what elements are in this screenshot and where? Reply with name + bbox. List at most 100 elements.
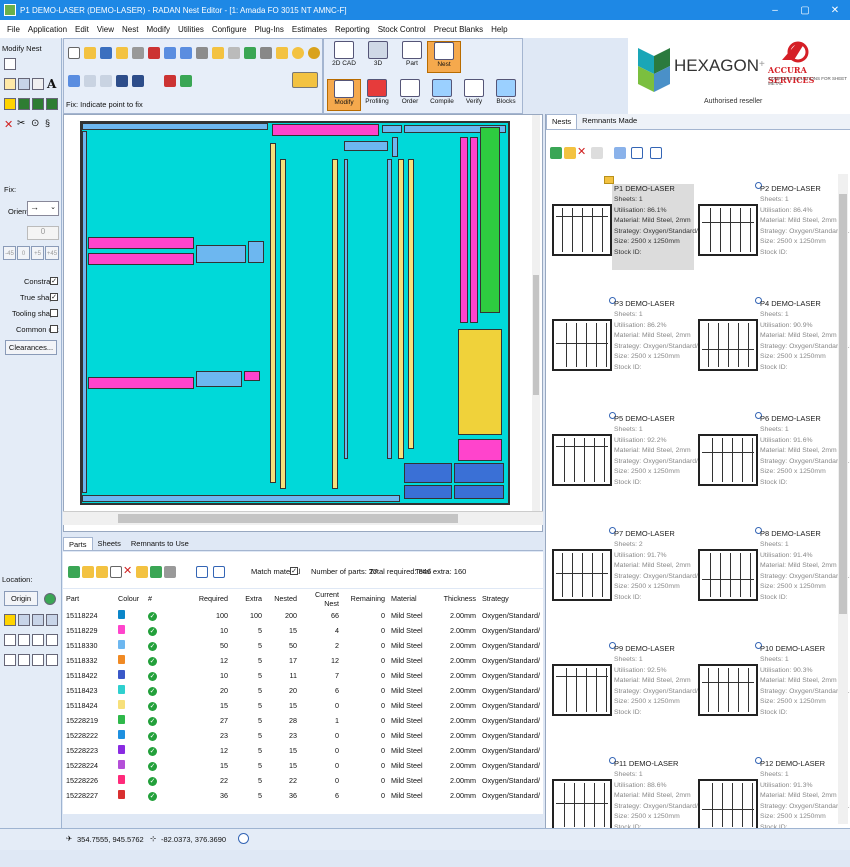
header-material[interactable]: Material bbox=[388, 589, 436, 608]
part-mode-button[interactable]: Part bbox=[395, 41, 429, 73]
menu-nest[interactable]: Nest bbox=[118, 25, 142, 34]
table-row[interactable]: 15228226 ✓ 22 5 22 0 0 Mild Steel 2.00mm Oxygen/S… bbox=[63, 773, 543, 788]
nest-thumbnail[interactable] bbox=[698, 549, 758, 601]
nested-part[interactable] bbox=[82, 495, 400, 502]
colour-swatch[interactable] bbox=[118, 625, 125, 634]
true-shape-checkbox[interactable]: ✓ bbox=[50, 293, 58, 301]
sheet[interactable] bbox=[80, 121, 510, 505]
header-current-nest[interactable]: Current Nest bbox=[300, 589, 342, 608]
header-nested[interactable]: Nested bbox=[265, 589, 300, 608]
nests-scrollbar[interactable] bbox=[838, 174, 848, 824]
table-row[interactable]: 15228222 ✓ 23 5 23 0 0 Mild Steel 2.00mm Oxygen/S… bbox=[63, 728, 543, 743]
header-part[interactable]: Part bbox=[63, 589, 115, 608]
table-row[interactable]: 15118332 ✓ 12 5 17 12 0 Mild Steel 2.00mm Oxygen/… bbox=[63, 653, 543, 668]
nest-item[interactable]: P3 DEMO-LASER Sheets: 1 Utilisation: 86.2%… bbox=[552, 297, 707, 407]
fill-icon[interactable] bbox=[46, 98, 58, 110]
nest-thumbnail[interactable] bbox=[552, 549, 612, 601]
nest-thumbnail[interactable] bbox=[552, 319, 612, 371]
help-icon[interactable] bbox=[292, 47, 304, 59]
vertical-scrollbar[interactable] bbox=[532, 115, 540, 511]
nest-item[interactable]: P4 DEMO-LASER Sheets: 1 Utilisation: 90.9%… bbox=[698, 297, 850, 407]
nested-part[interactable] bbox=[196, 371, 242, 387]
cut-tool-icon[interactable] bbox=[196, 47, 208, 59]
nested-part[interactable] bbox=[270, 143, 276, 483]
align-vertical-icon[interactable] bbox=[18, 634, 30, 646]
profiling-button[interactable]: Profiling bbox=[360, 79, 394, 111]
table-row[interactable]: 15118229 ✓ 10 5 15 4 0 Mild Steel 2.00mm Oxygen/S… bbox=[63, 623, 543, 638]
tab-sheets[interactable]: Sheets bbox=[93, 537, 126, 550]
play-icon[interactable] bbox=[116, 75, 128, 87]
table-row[interactable]: 15228223 ✓ 12 5 15 0 0 Mild Steel 2.00mm Oxygen/S… bbox=[63, 743, 543, 758]
info-icon[interactable] bbox=[308, 47, 320, 59]
rotate-minus45-button[interactable]: -45 bbox=[3, 246, 16, 260]
colour-swatch[interactable] bbox=[118, 760, 125, 769]
menu-modify[interactable]: Modify bbox=[142, 25, 174, 34]
nested-part[interactable] bbox=[458, 439, 502, 461]
nested-part[interactable] bbox=[88, 237, 194, 249]
menu-help[interactable]: Help bbox=[487, 25, 511, 34]
colour-swatch[interactable] bbox=[118, 745, 125, 754]
nest-item[interactable]: P2 DEMO-LASER Sheets: 1 Utilisation: 86.4%… bbox=[698, 182, 850, 292]
modify-button[interactable]: Modify bbox=[327, 79, 361, 111]
nest-item[interactable]: P5 DEMO-LASER Sheets: 1 Utilisation: 92.2%… bbox=[552, 412, 707, 522]
nest-thumbnail[interactable] bbox=[698, 779, 758, 831]
clearances-button[interactable]: Clearances... bbox=[5, 340, 57, 355]
nested-part[interactable] bbox=[404, 485, 452, 499]
orient-select[interactable]: → ⌄ bbox=[27, 201, 59, 216]
nest-thumbnail[interactable] bbox=[698, 664, 758, 716]
menu-view[interactable]: View bbox=[93, 25, 118, 34]
nested-part[interactable] bbox=[344, 159, 348, 459]
nested-part[interactable] bbox=[454, 485, 504, 499]
menu-configure[interactable]: Configure bbox=[208, 25, 251, 34]
move-tool-icon[interactable] bbox=[164, 47, 176, 59]
menu-estimates[interactable]: Estimates bbox=[288, 25, 331, 34]
tab-remnants-made[interactable]: Remnants Made bbox=[577, 114, 642, 129]
nest-item[interactable]: P8 DEMO-LASER Sheets: 1 Utilisation: 91.4%… bbox=[698, 527, 850, 637]
layers-icon[interactable] bbox=[228, 47, 240, 59]
nest-item[interactable]: P7 DEMO-LASER Sheets: 2 Utilisation: 91.7%… bbox=[552, 527, 707, 637]
menu-precut-blanks[interactable]: Precut Blanks bbox=[430, 25, 487, 34]
header-count[interactable]: # bbox=[145, 589, 189, 608]
open-nest-icon[interactable] bbox=[564, 147, 576, 159]
delete-nest-icon[interactable]: ✕ bbox=[577, 145, 586, 158]
colour-swatch[interactable] bbox=[118, 715, 125, 724]
array-icon[interactable] bbox=[32, 98, 44, 110]
grid-tool-icon[interactable] bbox=[260, 47, 272, 59]
nest-thumbnail[interactable] bbox=[552, 664, 612, 716]
table-row[interactable]: 15118330 ✓ 50 5 50 2 0 Mild Steel 2.00mm Oxygen/S… bbox=[63, 638, 543, 653]
colour-swatch[interactable] bbox=[118, 730, 125, 739]
nested-part[interactable] bbox=[480, 127, 500, 313]
view-toggle-icon[interactable] bbox=[292, 72, 318, 88]
warning-icon[interactable] bbox=[276, 47, 288, 59]
table-row[interactable]: 15228224 ✓ 15 5 15 0 0 Mild Steel 2.00mm Oxygen/S… bbox=[63, 758, 543, 773]
nest-thumbnail[interactable] bbox=[552, 779, 612, 831]
nested-part[interactable] bbox=[398, 159, 404, 459]
grid-icon[interactable] bbox=[18, 98, 30, 110]
header-remaining[interactable]: Remaining bbox=[342, 589, 388, 608]
angle-tool-2-icon[interactable] bbox=[18, 654, 30, 666]
origin-button[interactable]: Origin bbox=[4, 591, 38, 606]
colour-swatch[interactable] bbox=[118, 685, 125, 694]
nested-part[interactable] bbox=[470, 137, 478, 323]
marker-icon[interactable] bbox=[164, 75, 176, 87]
nested-part[interactable] bbox=[404, 463, 452, 483]
snap-center-icon[interactable] bbox=[32, 614, 44, 626]
fix-part-icon[interactable] bbox=[4, 98, 16, 110]
menu-stock-control[interactable]: Stock Control bbox=[374, 25, 430, 34]
nested-part[interactable] bbox=[82, 131, 87, 493]
nest-item[interactable]: P12 DEMO-LASER Sheets: 1 Utilisation: 91.3… bbox=[698, 757, 850, 867]
colour-swatch[interactable] bbox=[118, 670, 125, 679]
constrain-checkbox[interactable]: ✓ bbox=[50, 277, 58, 285]
horizontal-scrollbar[interactable] bbox=[63, 511, 543, 525]
import-part-icon[interactable] bbox=[136, 566, 148, 578]
nest-view-list-icon[interactable] bbox=[631, 147, 643, 159]
colour-swatch[interactable] bbox=[118, 610, 125, 619]
rotate-plus5-button[interactable]: +5 bbox=[31, 246, 44, 260]
table-row[interactable]: 15118422 ✓ 10 5 11 7 0 Mild Steel 2.00mm Oxygen/S… bbox=[63, 668, 543, 683]
nested-part[interactable] bbox=[88, 253, 194, 265]
nest-item[interactable]: P1 DEMO-LASER Sheets: 1 Utilisation: 86.1%… bbox=[552, 176, 707, 292]
move-icon[interactable] bbox=[4, 78, 16, 90]
nested-part[interactable] bbox=[248, 241, 264, 263]
maximize-button[interactable]: ▢ bbox=[790, 5, 820, 16]
edit-part-icon[interactable] bbox=[110, 566, 122, 578]
